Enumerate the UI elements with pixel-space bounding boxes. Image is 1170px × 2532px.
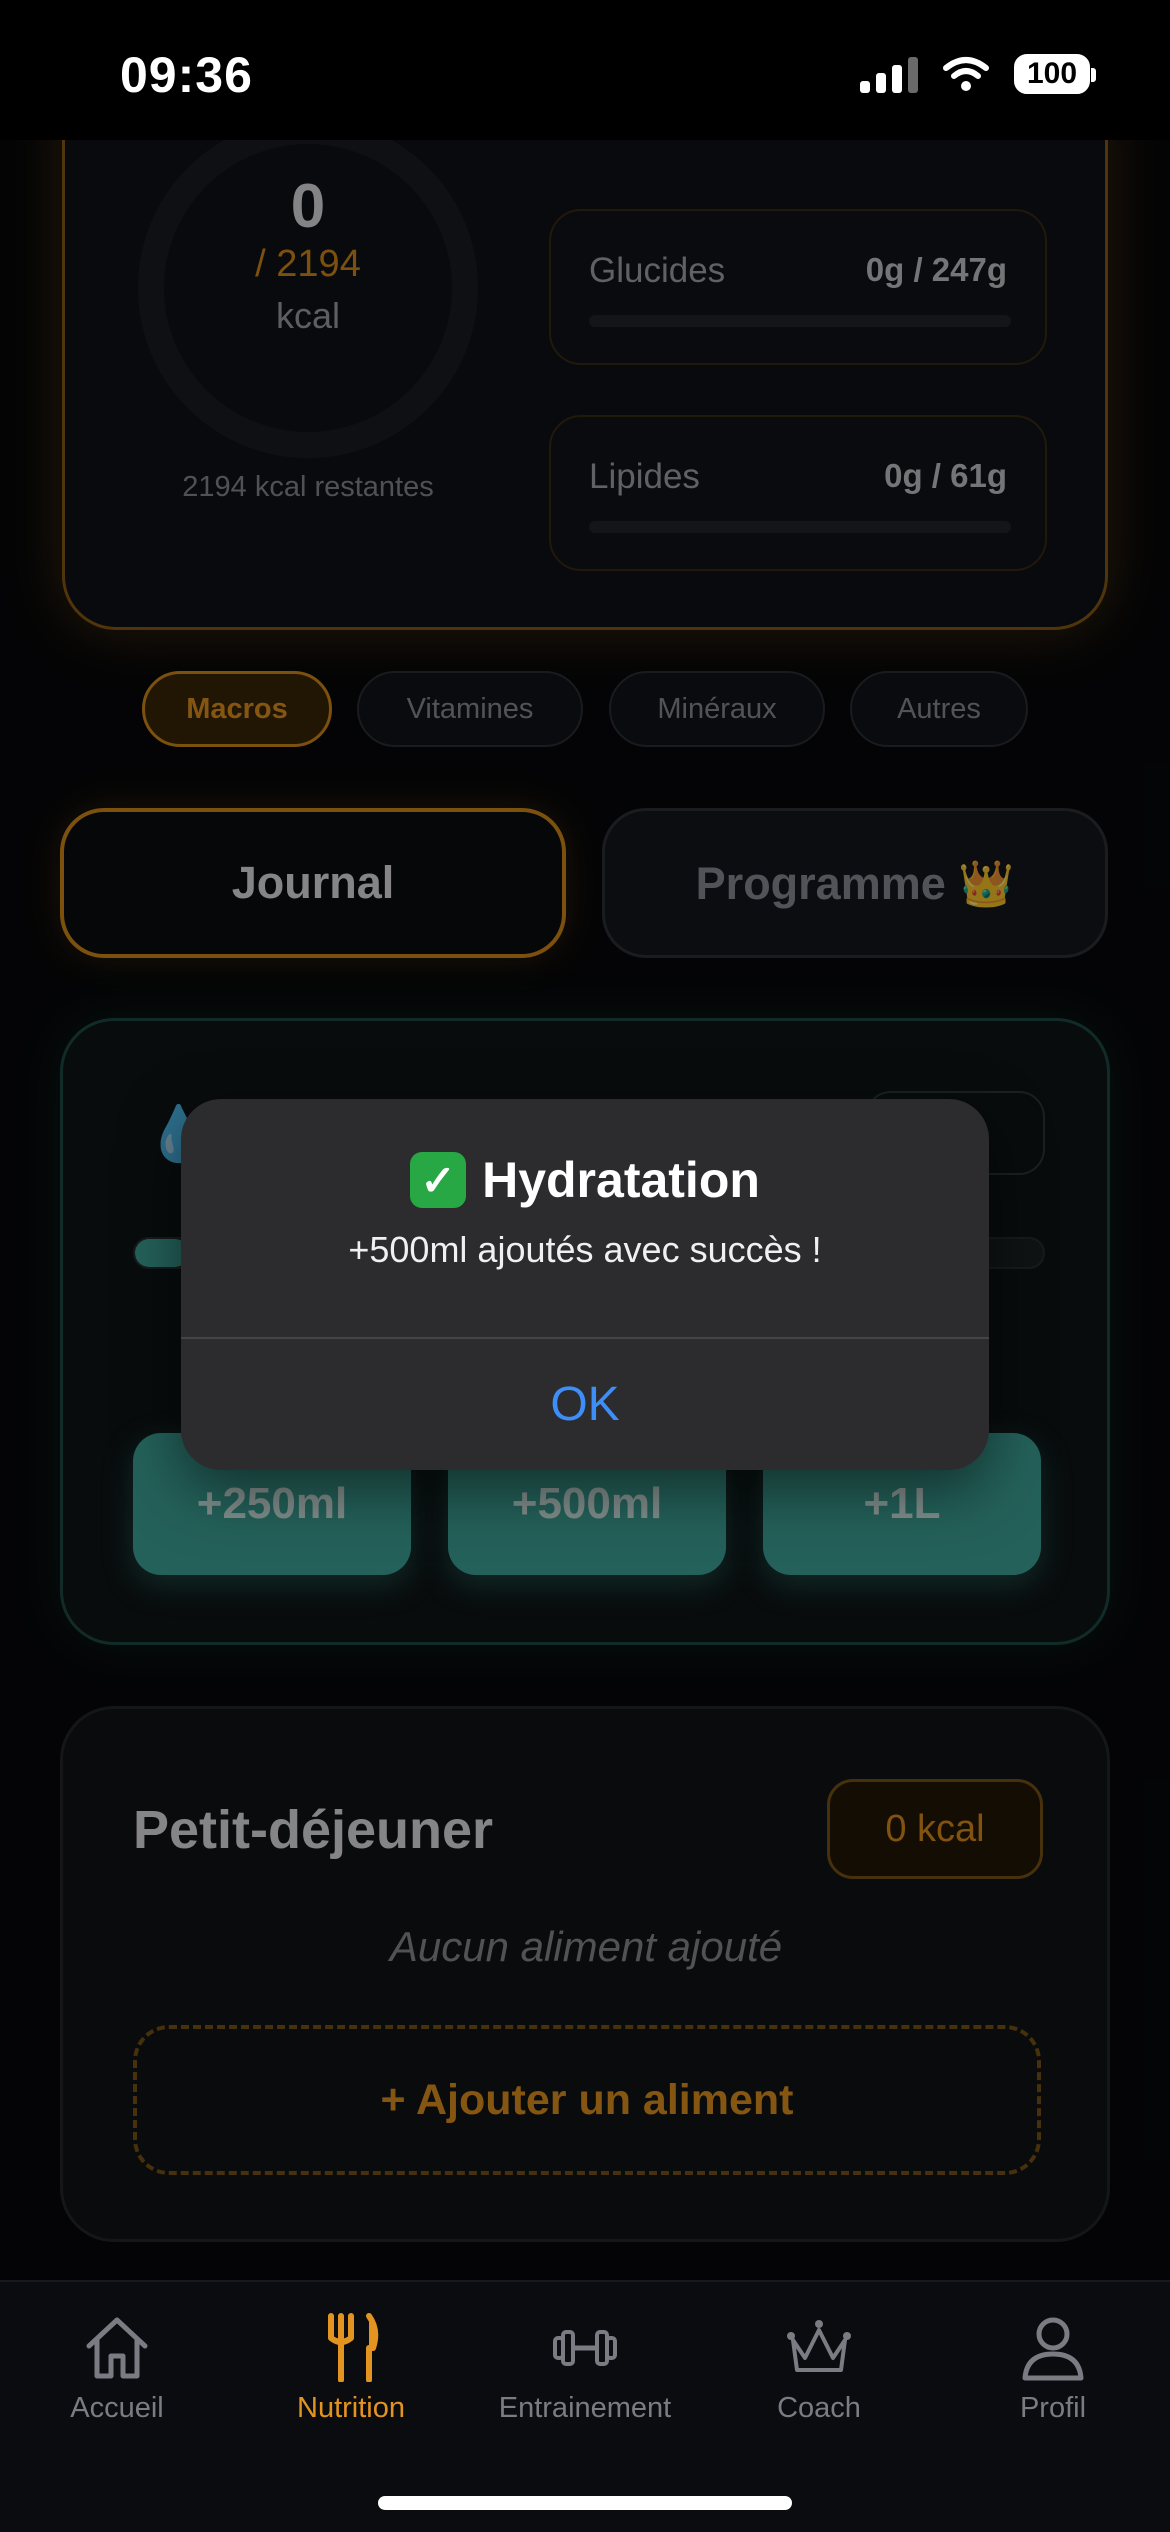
status-icons: 100 [860,54,1096,94]
check-mark-icon: ✓ [410,1152,467,1208]
alert-ok-button[interactable]: OK [181,1339,989,1470]
tab-label: Profil [1019,2392,1087,2424]
utensils-icon [328,2313,379,2382]
bottom-tab-bar: Accueil Nutrition Entrainement Coach Pro… [0,2280,1170,2532]
status-time: 09:36 [120,47,253,103]
tab-accueil[interactable]: Accueil [0,2312,234,2425]
tab-label: Accueil [70,2392,164,2424]
battery-icon: 100 [1014,54,1096,94]
tab-coach[interactable]: Coach [702,2312,936,2425]
alert-message: +500ml ajoutés avec succès ! [348,1229,822,1270]
hydration-alert-dialog: ✓ Hydratation +500ml ajoutés avec succès… [181,1099,989,1470]
wifi-icon [943,57,989,91]
tab-label: Coach [777,2392,861,2424]
tab-entrainement[interactable]: Entrainement [468,2312,702,2425]
tab-label: Entrainement [498,2392,672,2424]
cellular-signal-icon [860,55,918,93]
tab-label: Nutrition [297,2392,405,2424]
user-icon [1022,2317,1084,2381]
home-icon [86,2317,148,2379]
status-bar: 09:36 100 [0,0,1170,140]
alert-title: ✓ Hydratation [181,1151,989,1209]
alert-title-text: Hydratation [482,1152,760,1208]
tab-profil[interactable]: Profil [936,2312,1170,2425]
crown-icon [787,2320,851,2372]
home-indicator [378,2496,792,2510]
tab-nutrition[interactable]: Nutrition [234,2312,468,2425]
dumbbell-icon [553,2330,617,2366]
